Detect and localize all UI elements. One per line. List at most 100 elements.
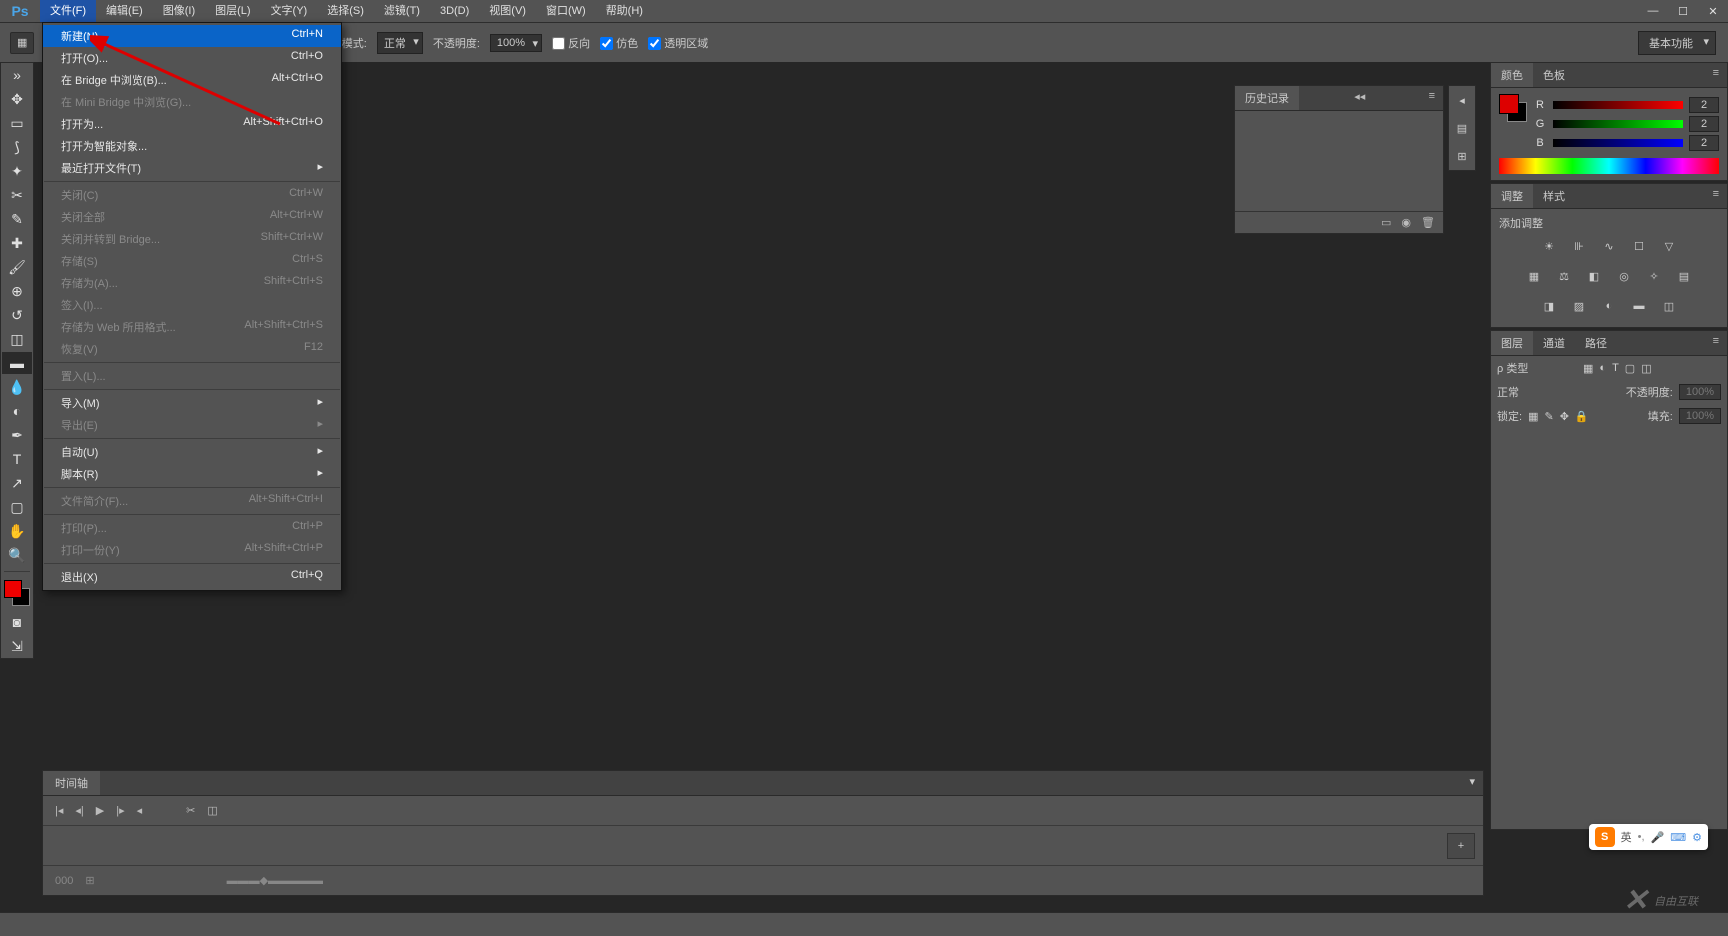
filter-adj-icon[interactable]: ◐ (1599, 362, 1606, 374)
magic-wand-tool[interactable]: ✦ (2, 160, 32, 182)
menu-help[interactable]: 帮助(H) (596, 0, 653, 22)
threshold-icon[interactable]: ◐ (1599, 297, 1619, 315)
bw-icon[interactable]: ◧ (1584, 267, 1604, 285)
file-menu-item[interactable]: 脚本(R) (43, 463, 341, 485)
blend-mode-select[interactable]: 正常 (377, 32, 423, 54)
window-maximize[interactable]: ☐ (1668, 0, 1698, 22)
layer-opacity-value[interactable]: 100% (1679, 384, 1721, 400)
menu-file[interactable]: 文件(F) (40, 0, 96, 22)
lock-position-icon[interactable]: ✥ (1560, 410, 1569, 423)
quick-mask-icon[interactable]: ◙ (2, 611, 32, 633)
color-swatch[interactable] (4, 580, 30, 606)
ime-settings-icon[interactable]: ⚙ (1692, 831, 1702, 844)
levels-icon[interactable]: ⊪ (1569, 237, 1589, 255)
menu-select[interactable]: 选择(S) (317, 0, 374, 22)
screen-mode-icon[interactable]: ⇲ (2, 635, 32, 657)
b-value[interactable]: 2 (1689, 135, 1719, 151)
tool-preset[interactable]: ▦ (10, 32, 34, 54)
ime-mic-icon[interactable]: 🎤 (1651, 831, 1665, 844)
collapse-icon[interactable]: ◂ (1449, 86, 1475, 114)
path-selection-tool[interactable]: ↗ (2, 472, 32, 494)
dodge-tool[interactable]: ◐ (2, 400, 32, 422)
photo-filter-icon[interactable]: ◎ (1614, 267, 1634, 285)
adjustments-tab[interactable]: 调整 (1491, 184, 1533, 208)
g-slider[interactable] (1553, 120, 1683, 128)
eraser-tool[interactable]: ◫ (2, 328, 32, 350)
lock-all-icon[interactable]: 🔒 (1575, 410, 1589, 423)
layers-tab[interactable]: 图层 (1491, 331, 1533, 355)
color-spectrum[interactable] (1499, 158, 1719, 174)
swatches-tab[interactable]: 色板 (1533, 63, 1575, 87)
transparency-check[interactable]: 透明区域 (648, 35, 708, 51)
menu-3d[interactable]: 3D(D) (430, 0, 479, 22)
scissors-icon[interactable]: ✂ (186, 804, 195, 817)
ime-lang[interactable]: 英 (1621, 829, 1632, 845)
lock-transparent-icon[interactable]: ▦ (1528, 410, 1538, 423)
gradient-map-icon[interactable]: ▬ (1629, 297, 1649, 315)
timeline-tab[interactable]: 时间轴 (43, 771, 100, 795)
posterize-icon[interactable]: ▨ (1569, 297, 1589, 315)
filter-smart-icon[interactable]: ◫ (1641, 362, 1651, 375)
layer-blend-select[interactable]: 正常 (1497, 384, 1620, 400)
channel-mixer-icon[interactable]: ✧ (1644, 267, 1664, 285)
file-menu-item[interactable]: 打开为...Alt+Shift+Ctrl+O (43, 113, 341, 135)
file-menu-item[interactable]: 退出(X)Ctrl+Q (43, 566, 341, 588)
filter-shape-icon[interactable]: ▢ (1625, 362, 1635, 375)
play-icon[interactable]: ▶ (96, 804, 104, 817)
filter-pixel-icon[interactable]: ▦ (1583, 362, 1593, 375)
eyedropper-tool[interactable]: ✎ (2, 208, 32, 230)
filter-type-icon[interactable]: T (1612, 362, 1619, 374)
zoom-tool[interactable]: 🔍 (2, 544, 32, 566)
b-slider[interactable] (1553, 139, 1683, 147)
foreground-swatch[interactable] (1499, 94, 1519, 114)
lookup-icon[interactable]: ▤ (1674, 267, 1694, 285)
last-frame-icon[interactable]: ◂ (137, 804, 143, 817)
invert-icon[interactable]: ◨ (1539, 297, 1559, 315)
menu-layer[interactable]: 图层(L) (205, 0, 260, 22)
menu-image[interactable]: 图像(I) (153, 0, 205, 22)
menu-view[interactable]: 视图(V) (479, 0, 536, 22)
marquee-tool[interactable]: ▭ (2, 112, 32, 134)
next-frame-icon[interactable]: |▸ (116, 804, 124, 817)
trash-icon[interactable]: 🗑 (1421, 216, 1435, 229)
window-minimize[interactable]: — (1638, 0, 1668, 22)
adjustments-menu-icon[interactable]: ≡ (1705, 184, 1727, 208)
timeline-convert-icon[interactable]: ⊞ (85, 874, 94, 887)
workspace-switcher[interactable]: 基本功能 (1638, 31, 1716, 55)
type-tool[interactable]: T (2, 448, 32, 470)
layers-menu-icon[interactable]: ≡ (1705, 331, 1727, 355)
pen-tool[interactable]: ✒ (2, 424, 32, 446)
vibrance-icon[interactable]: ▽ (1659, 237, 1679, 255)
window-close[interactable]: ✕ (1698, 0, 1728, 22)
move-tool[interactable]: ✥ (2, 88, 32, 110)
channels-tab[interactable]: 通道 (1533, 331, 1575, 355)
add-media-button[interactable]: + (1447, 833, 1475, 859)
shape-tool[interactable]: ▢ (2, 496, 32, 518)
history-tab[interactable]: 历史记录 (1235, 86, 1299, 110)
selective-color-icon[interactable]: ◫ (1659, 297, 1679, 315)
paths-tab[interactable]: 路径 (1575, 331, 1617, 355)
properties-icon[interactable]: ▤ (1449, 114, 1475, 142)
file-menu-item[interactable]: 在 Bridge 中浏览(B)...Alt+Ctrl+O (43, 69, 341, 91)
file-menu-item[interactable]: 最近打开文件(T) (43, 157, 341, 179)
collapse-arrows-icon[interactable]: » (2, 64, 32, 86)
file-menu-item[interactable]: 自动(U) (43, 441, 341, 463)
file-menu-item[interactable]: 新建(N)...Ctrl+N (43, 25, 341, 47)
color-tab[interactable]: 颜色 (1491, 63, 1533, 87)
g-value[interactable]: 2 (1689, 116, 1719, 132)
menu-type[interactable]: 文字(Y) (261, 0, 318, 22)
fill-value[interactable]: 100% (1679, 408, 1721, 424)
r-value[interactable]: 2 (1689, 97, 1719, 113)
history-collapse-icon[interactable]: ◂◂ (1346, 86, 1373, 110)
menu-window[interactable]: 窗口(W) (536, 0, 596, 22)
file-menu-item[interactable]: 导入(M) (43, 392, 341, 414)
dither-check[interactable]: 仿色 (600, 35, 638, 51)
color-balance-icon[interactable]: ⚖ (1554, 267, 1574, 285)
brush-tool[interactable]: 🖌 (2, 256, 32, 278)
healing-brush-tool[interactable]: ✚ (2, 232, 32, 254)
camera-icon[interactable]: ◉ (1401, 216, 1411, 229)
ime-toolbar[interactable]: S 英 •, 🎤 ⌨ ⚙ (1589, 824, 1708, 850)
r-slider[interactable] (1553, 101, 1683, 109)
curves-icon[interactable]: ∿ (1599, 237, 1619, 255)
file-menu-item[interactable]: 打开为智能对象... (43, 135, 341, 157)
